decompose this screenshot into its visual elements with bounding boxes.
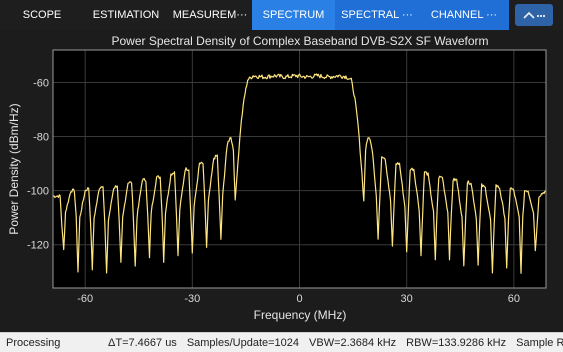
tab-spectrum-label: SPECTRUM bbox=[262, 9, 325, 21]
x-tick-label: -60 bbox=[77, 293, 93, 305]
toolstrip: SCOPE ESTIMATION MEASUREM··· SPECTRUM SP… bbox=[0, 0, 563, 30]
tab-spectrum[interactable]: SPECTRUM bbox=[252, 0, 335, 30]
status-samples-per-update: Samples/Update=1024 bbox=[186, 336, 300, 349]
y-tick-label: -80 bbox=[33, 132, 49, 144]
collapse-toolstrip-button[interactable] bbox=[515, 4, 553, 26]
tab-channel-label: CHANNEL ··· bbox=[430, 9, 498, 21]
x-tick-label: 30 bbox=[401, 293, 413, 305]
y-tick-label: -60 bbox=[33, 77, 49, 89]
x-tick-label: 60 bbox=[508, 293, 520, 305]
tab-spectral-label: SPECTRAL ··· bbox=[341, 9, 413, 21]
tab-spectral-mask[interactable]: SPECTRAL ··· bbox=[335, 0, 419, 30]
collapse-area bbox=[509, 0, 563, 30]
status-delta-t: ΔT=7.4667 us bbox=[108, 336, 177, 349]
tab-measurements-label: MEASUREM··· bbox=[172, 9, 248, 21]
spectrum-chart: Power Spectral Density of Complex Baseba… bbox=[7, 34, 547, 322]
status-bar: Processing ΔT=7.4667 us Samples/Update=1… bbox=[0, 332, 563, 352]
status-sample-rate: Sample Rate=150 MHz bbox=[516, 336, 563, 349]
chevron-up-with-dots-icon bbox=[523, 11, 546, 19]
scope-canvas: Power Spectral Density of Complex Baseba… bbox=[0, 30, 563, 332]
status-rbw: RBW=133.9286 kHz bbox=[406, 336, 507, 349]
x-axis-label: Frequency (MHz) bbox=[254, 308, 347, 322]
status-processing: Processing bbox=[6, 336, 61, 349]
x-tick-label: 0 bbox=[296, 293, 302, 305]
tab-channel-measurements[interactable]: CHANNEL ··· bbox=[419, 0, 509, 30]
y-tick-label: -100 bbox=[27, 186, 49, 198]
tab-measurements[interactable]: MEASUREM··· bbox=[168, 0, 252, 30]
chart-title: Power Spectral Density of Complex Baseba… bbox=[111, 34, 488, 48]
y-axis-label: Power Density (dBm/Hz) bbox=[7, 103, 21, 234]
tab-scope[interactable]: SCOPE bbox=[0, 0, 84, 30]
status-vbw: VBW=2.3684 kHz bbox=[309, 336, 397, 349]
tab-estimation[interactable]: ESTIMATION bbox=[84, 0, 168, 30]
tab-estimation-label: ESTIMATION bbox=[92, 9, 160, 21]
tab-scope-label: SCOPE bbox=[22, 9, 62, 21]
y-tick-label: -120 bbox=[27, 240, 49, 252]
x-tick-label: -30 bbox=[184, 293, 200, 305]
